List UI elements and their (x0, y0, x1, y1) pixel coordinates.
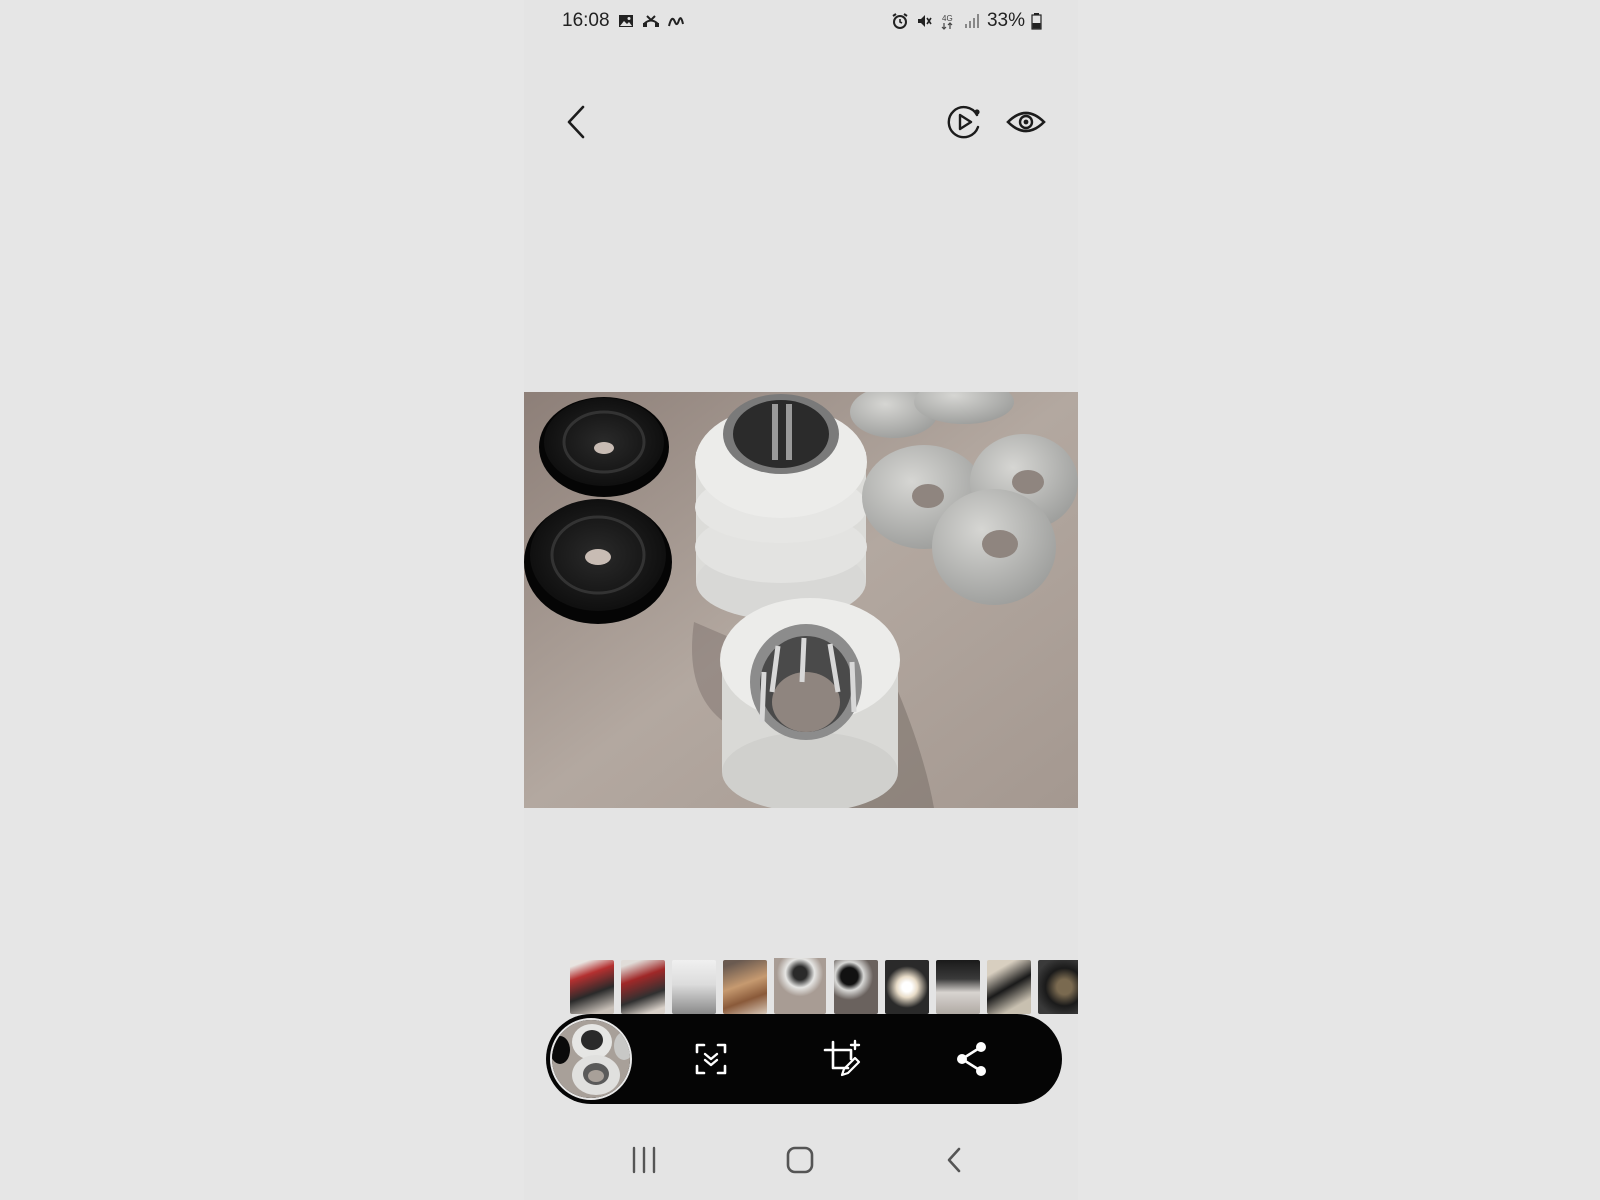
signature-icon (667, 17, 684, 27)
thumbnail-item[interactable] (1038, 960, 1078, 1014)
thumbnail-item[interactable] (621, 960, 665, 1014)
4g-data-icon: 4G (941, 14, 953, 30)
mute-icon (917, 15, 932, 27)
status-left: 16:08 (562, 10, 685, 32)
thumbnail-item[interactable] (672, 960, 716, 1014)
status-right: 4G 33% (891, 10, 1042, 32)
thumbnail-item-current[interactable] (774, 958, 826, 1014)
status-bar: 16:08 4G 33% (524, 0, 1078, 44)
thumbnail-item[interactable] (987, 960, 1031, 1014)
share-icon[interactable] (952, 1039, 992, 1079)
thumbnail-item[interactable] (723, 960, 767, 1014)
thumbnail-filmstrip[interactable] (570, 958, 1078, 1016)
back-arrow-icon[interactable] (558, 102, 598, 142)
photo-viewer-image[interactable] (524, 392, 1078, 808)
gallery-notification-icon (618, 15, 633, 27)
viewer-top-bar (524, 92, 1078, 152)
status-time: 16:08 (562, 10, 610, 31)
current-photo-thumbnail[interactable] (550, 1018, 632, 1100)
black-pulley-top (539, 397, 669, 497)
view-eye-icon[interactable] (1004, 102, 1048, 142)
battery-percent: 33% (986, 10, 1025, 31)
recent-apps-icon[interactable] (624, 1140, 664, 1180)
thumbnail-item[interactable] (834, 960, 878, 1014)
battery-icon (1031, 13, 1042, 30)
motion-photo-icon[interactable] (944, 102, 984, 142)
black-pulley-bottom (524, 499, 672, 624)
thumbnail-item[interactable] (885, 960, 929, 1014)
scan-document-icon[interactable] (691, 1039, 731, 1079)
signal-icon (964, 14, 979, 28)
alarm-icon (892, 13, 908, 29)
current-photo-thumbnail-image (552, 1020, 630, 1098)
viewer-action-toolbar (546, 1014, 1062, 1104)
home-icon[interactable] (780, 1140, 820, 1180)
back-icon[interactable] (935, 1140, 975, 1180)
gallery-viewer-screen: 16:08 4G 33% (524, 0, 1078, 1200)
buffing-wheel-front (720, 598, 900, 808)
edit-crop-icon[interactable] (822, 1039, 862, 1079)
thumbnail-item[interactable] (936, 960, 980, 1014)
svg-text:4G: 4G (942, 14, 953, 23)
buffing-wheel-stack (695, 394, 867, 620)
thumbnail-item[interactable] (570, 960, 614, 1014)
system-navigation-bar (524, 1130, 1078, 1186)
missed-call-icon (642, 15, 659, 27)
